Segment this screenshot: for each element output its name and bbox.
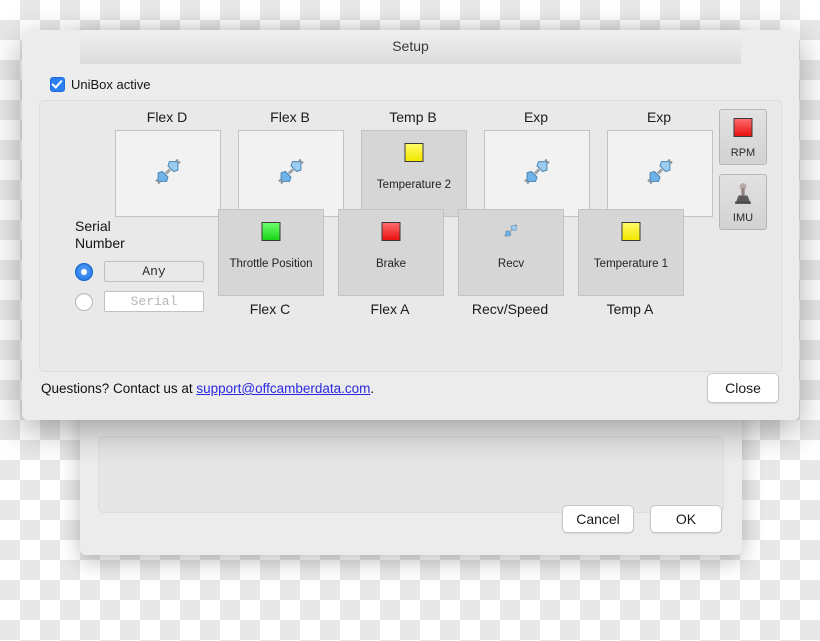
channel-panel[interactable]: Temperature 2 (361, 130, 467, 217)
joystick-icon (733, 182, 753, 211)
side-sensor-buttons: RPM IMU (719, 109, 767, 230)
channels-top-row: Flex D Flex B Temp B Temperature 2 Exp E… (115, 109, 713, 217)
cancel-button[interactable]: Cancel (562, 505, 634, 533)
status-square-red-icon (381, 222, 401, 241)
serial-specific-row[interactable]: Serial (75, 291, 225, 312)
rpm-button-label: RPM (730, 147, 756, 159)
channel-caption: Flex C (249, 301, 291, 317)
support-text-before: Questions? Contact us at (41, 381, 197, 396)
serial-any-row[interactable]: Any (75, 261, 225, 282)
channel-assignment-text: Recv (497, 258, 525, 270)
channel-panel[interactable]: Recv (458, 209, 564, 296)
unibox-active-checkbox-row[interactable]: UniBox active (50, 77, 150, 92)
setup-dialog-title: Setup (392, 38, 429, 54)
ok-button[interactable]: OK (650, 505, 722, 533)
background-groupbox (98, 436, 724, 513)
channel-caption: Flex D (146, 109, 188, 125)
serial-any-field: Any (104, 261, 204, 282)
channel-panel[interactable] (607, 130, 713, 217)
plug-icon (151, 154, 185, 193)
channel-assignment-text: Brake (375, 258, 407, 270)
setup-dialog-body: UniBox active Flex D Flex B Temp B Tempe… (22, 64, 799, 420)
unibox-active-label: UniBox active (71, 77, 151, 92)
screenshot-root: Setup Cancel OK Setup UniBox active (0, 0, 820, 641)
close-button[interactable]: Close (707, 373, 779, 403)
channel-recv-speed[interactable]: Recv Recv/Speed (458, 209, 564, 317)
channel-assignment-text: Temperature 2 (376, 179, 452, 191)
serial-any-radio[interactable] (75, 262, 93, 281)
channel-temp-a[interactable]: Temperature 1 Temp A (578, 209, 684, 317)
channel-caption: Exp (646, 109, 672, 125)
channel-exp-2[interactable]: Exp (607, 109, 713, 217)
channels-group: Flex D Flex B Temp B Temperature 2 Exp E… (39, 100, 782, 372)
support-text: Questions? Contact us at support@offcamb… (41, 381, 374, 396)
status-square-red-icon (733, 118, 753, 137)
serial-number-title-line1: Serial (75, 218, 111, 234)
status-square-yellow-icon (404, 143, 424, 162)
plug-icon (643, 154, 677, 193)
plug-icon (502, 222, 520, 242)
channel-panel[interactable]: Temperature 1 (578, 209, 684, 296)
channel-caption: Flex A (370, 301, 410, 317)
serial-specific-radio[interactable] (75, 292, 93, 311)
channel-panel[interactable]: Throttle Position (218, 209, 324, 296)
channel-flex-a[interactable]: Brake Flex A (338, 209, 444, 317)
channel-panel[interactable] (484, 130, 590, 217)
channel-panel[interactable] (115, 130, 221, 217)
imu-button[interactable]: IMU (719, 174, 767, 230)
channel-caption: Recv/Speed (471, 301, 549, 317)
serial-number-title-line2: Number (75, 235, 125, 251)
channel-exp-1[interactable]: Exp (484, 109, 590, 217)
channel-panel[interactable]: Brake (338, 209, 444, 296)
support-text-after: . (370, 381, 375, 396)
channel-flex-d[interactable]: Flex D (115, 109, 221, 217)
channel-flex-b[interactable]: Flex B (238, 109, 344, 217)
setup-dialog: Setup UniBox active Flex D Flex B Temp B… (22, 30, 799, 420)
channel-caption: Flex B (270, 109, 310, 125)
close-button-wrap: Close (707, 373, 779, 403)
channel-caption: Exp (523, 109, 549, 125)
serial-specific-input[interactable]: Serial (104, 291, 204, 312)
channels-bottom-row: Throttle Position Flex C Brake Flex A Re… (218, 209, 684, 317)
background-window-buttons: Cancel OK (562, 505, 722, 533)
rpm-button[interactable]: RPM (719, 109, 767, 165)
plug-icon (274, 154, 308, 193)
status-square-green-icon (261, 222, 281, 241)
plug-icon (520, 154, 554, 193)
support-email-link[interactable]: support@offcamberdata.com (196, 381, 370, 396)
channel-caption: Temp A (606, 301, 654, 317)
channel-flex-c[interactable]: Throttle Position Flex C (218, 209, 324, 317)
channel-caption: Temp B (389, 109, 437, 125)
serial-number-block: Serial Number Any Serial (75, 218, 225, 312)
channel-panel[interactable] (238, 130, 344, 217)
setup-dialog-titlebar: Setup (80, 30, 741, 65)
imu-button-label: IMU (732, 212, 754, 224)
unibox-active-checkbox[interactable] (50, 77, 65, 92)
channel-assignment-text: Temperature 1 (593, 258, 669, 270)
channel-temp-b[interactable]: Temp B Temperature 2 (361, 109, 467, 217)
channel-assignment-text: Throttle Position (229, 258, 313, 270)
status-square-yellow-icon (621, 222, 641, 241)
